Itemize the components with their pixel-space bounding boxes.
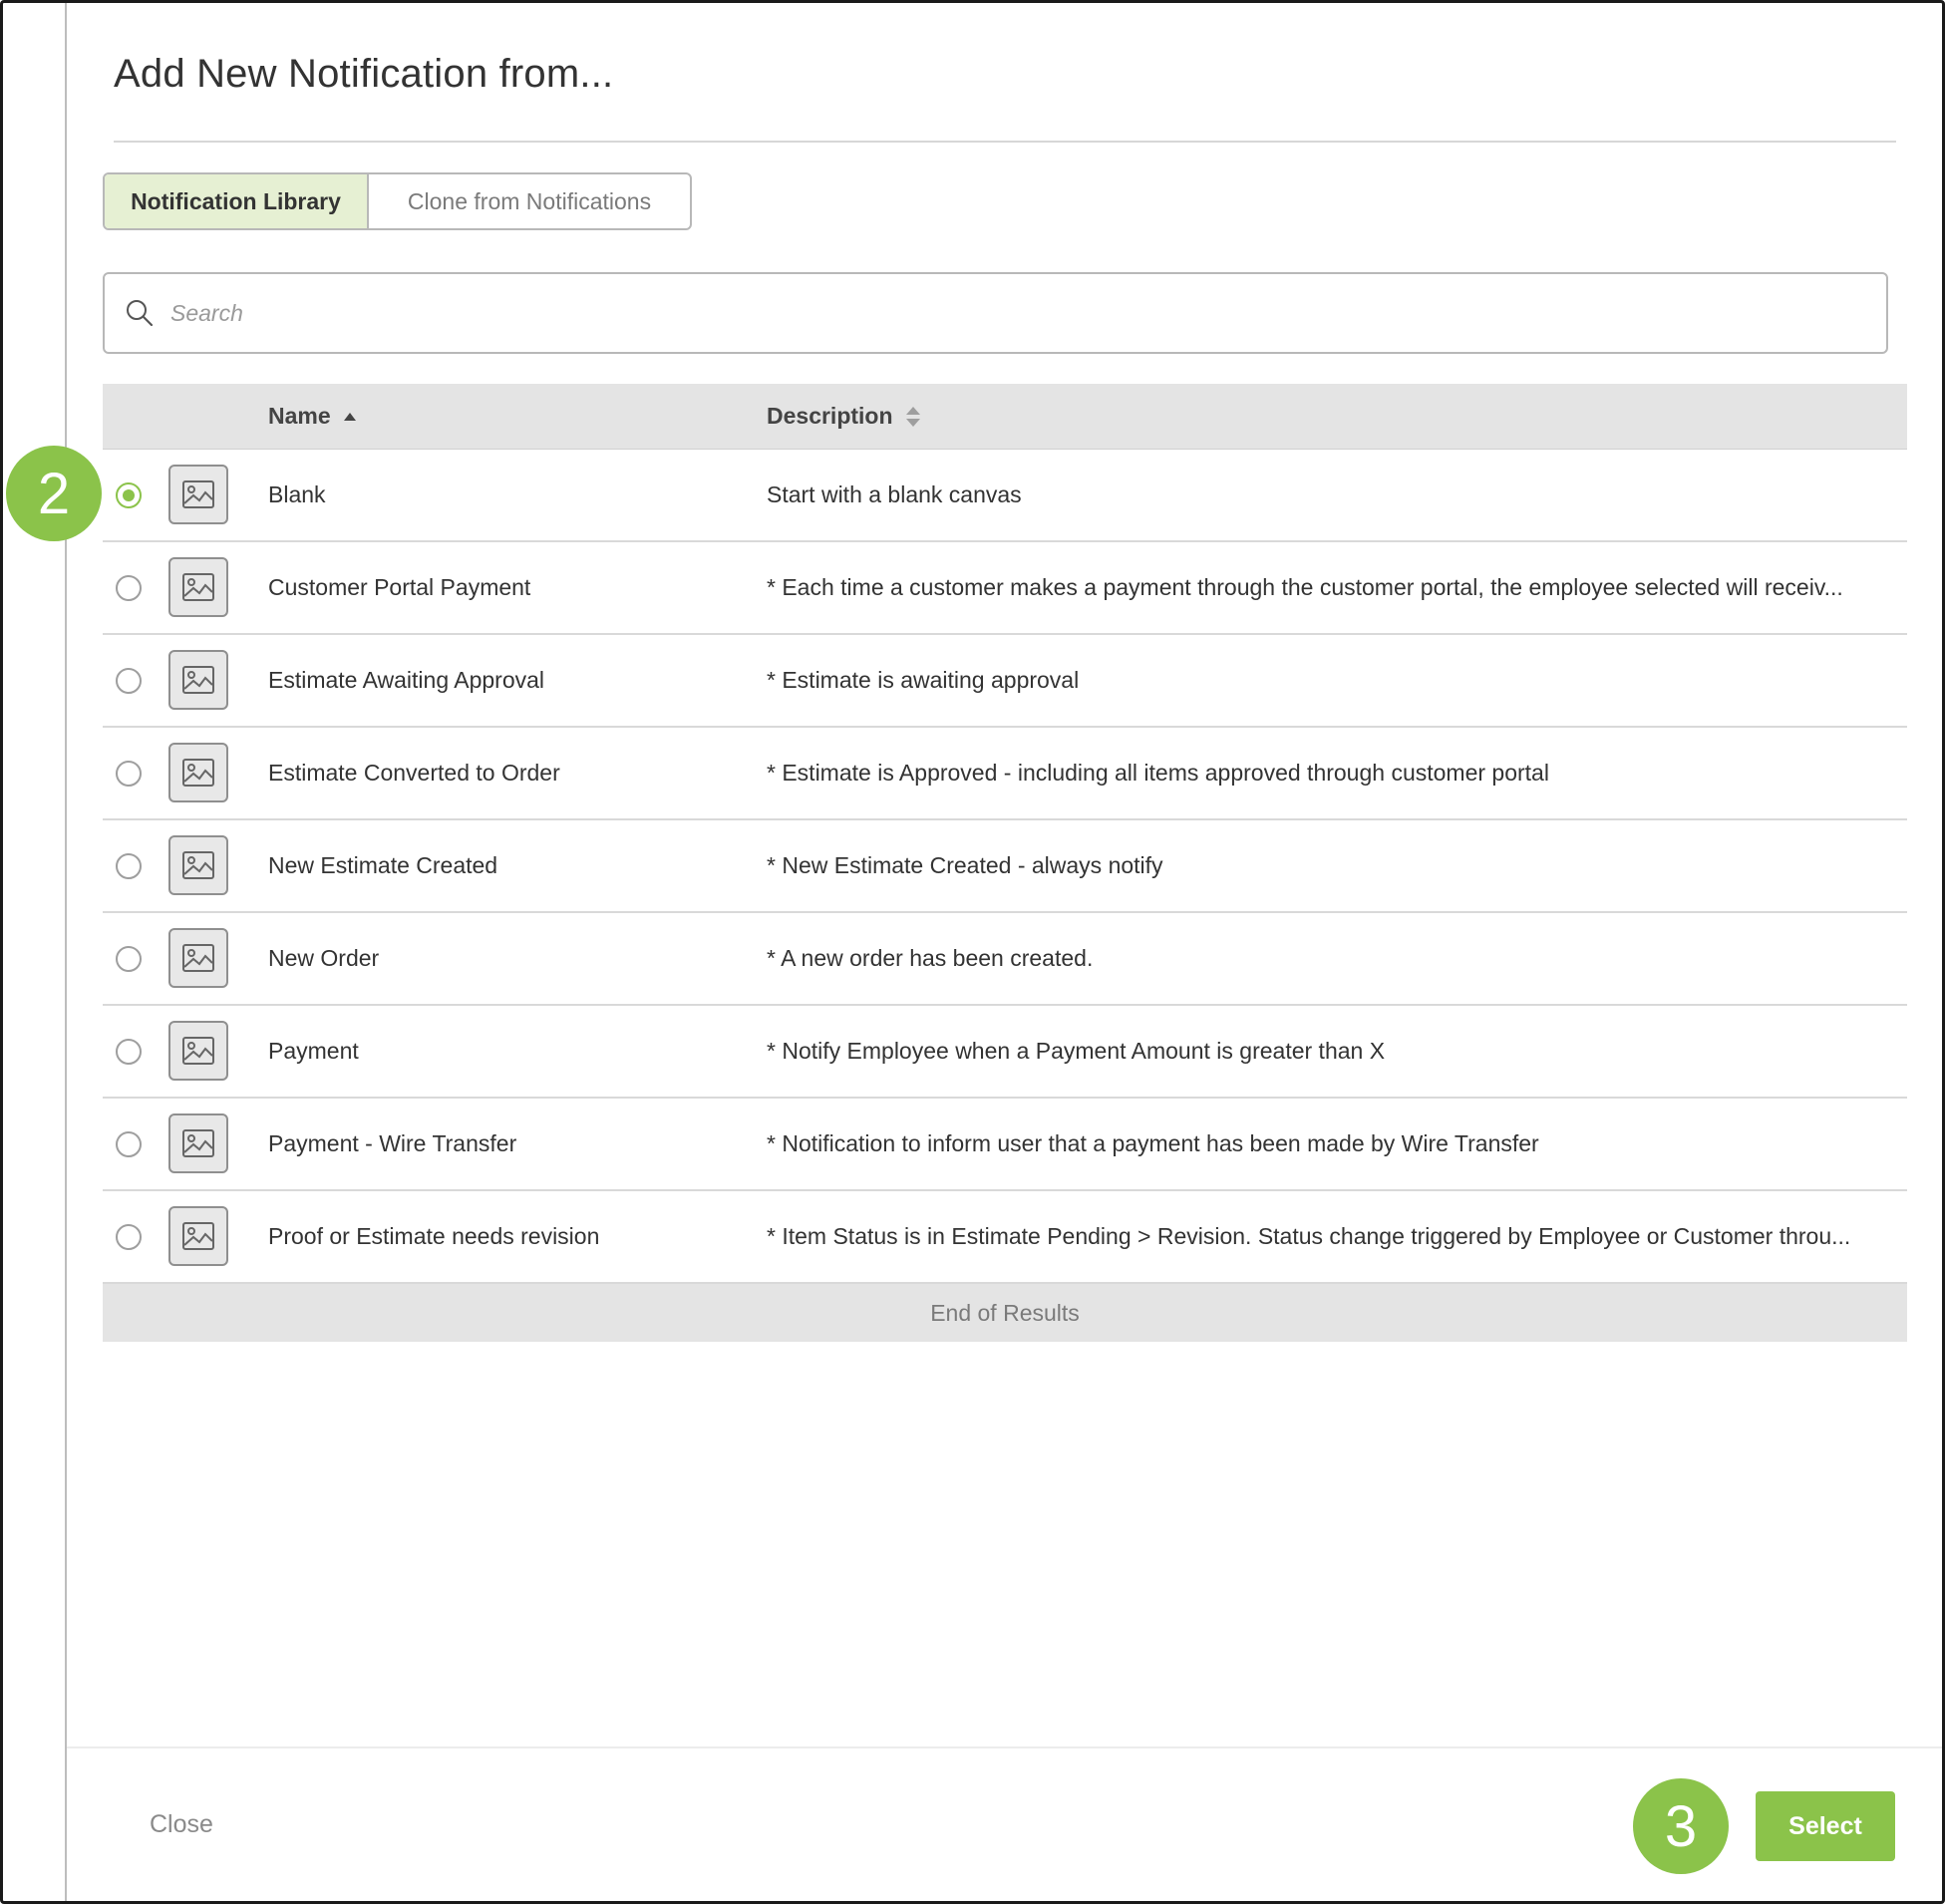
row-name: Estimate Converted to Order xyxy=(268,760,560,786)
search-icon xyxy=(127,300,154,327)
row-description: * New Estimate Created - always notify xyxy=(767,852,1163,878)
left-divider xyxy=(65,3,67,1901)
table-row[interactable]: Estimate Converted to Order * Estimate i… xyxy=(103,728,1907,820)
row-radio[interactable] xyxy=(116,761,142,787)
row-name: Payment - Wire Transfer xyxy=(268,1130,517,1156)
image-placeholder-icon xyxy=(168,743,228,802)
image-placeholder-icon xyxy=(168,1206,228,1266)
image-placeholder-icon xyxy=(168,557,228,617)
footer-divider xyxy=(67,1746,1942,1748)
row-name: Customer Portal Payment xyxy=(268,574,531,600)
sort-ascending-icon xyxy=(343,412,356,421)
table-row[interactable]: Payment * Notify Employee when a Payment… xyxy=(103,1006,1907,1099)
table-header: Name Description xyxy=(103,384,1907,450)
row-radio[interactable] xyxy=(116,575,142,601)
row-description: * Estimate is awaiting approval xyxy=(767,667,1080,693)
table-row[interactable]: New Order * A new order has been created… xyxy=(103,913,1907,1006)
row-radio[interactable] xyxy=(116,668,142,694)
step-badge-3: 3 xyxy=(1633,1778,1729,1874)
row-description: * Notify Employee when a Payment Amount … xyxy=(767,1038,1386,1064)
search-box xyxy=(103,272,1888,354)
table-row[interactable]: Estimate Awaiting Approval * Estimate is… xyxy=(103,635,1907,728)
image-placeholder-icon xyxy=(168,835,228,895)
row-description: * A new order has been created. xyxy=(767,945,1094,971)
end-of-results: End of Results xyxy=(103,1284,1907,1342)
column-header-description[interactable]: Description xyxy=(767,384,921,449)
row-name: Payment xyxy=(268,1038,359,1064)
sort-unsorted-icon xyxy=(905,406,920,427)
column-description-label: Description xyxy=(767,403,893,429)
title-divider xyxy=(114,141,1896,143)
search-input[interactable] xyxy=(168,298,1768,328)
row-description: * Notification to inform user that a pay… xyxy=(767,1130,1539,1156)
table-row[interactable]: Proof or Estimate needs revision * Item … xyxy=(103,1191,1907,1284)
select-button[interactable]: Select xyxy=(1756,1791,1895,1861)
dialog-title: Add New Notification from... xyxy=(114,52,614,96)
row-description: Start with a blank canvas xyxy=(767,481,1022,507)
table-row[interactable]: Customer Portal Payment * Each time a cu… xyxy=(103,542,1907,635)
row-description: * Item Status is in Estimate Pending > R… xyxy=(767,1223,1851,1249)
step-badge-2: 2 xyxy=(6,446,102,541)
image-placeholder-icon xyxy=(168,1113,228,1173)
row-radio[interactable] xyxy=(116,1224,142,1250)
row-radio[interactable] xyxy=(116,1131,142,1157)
row-name: Blank xyxy=(268,481,326,507)
tab-notification-library[interactable]: Notification Library xyxy=(105,174,369,228)
tab-clone-from-notifications[interactable]: Clone from Notifications xyxy=(369,174,690,228)
image-placeholder-icon xyxy=(168,1021,228,1081)
image-placeholder-icon xyxy=(168,465,228,524)
row-radio[interactable] xyxy=(116,946,142,972)
table-row[interactable]: New Estimate Created * New Estimate Crea… xyxy=(103,820,1907,913)
row-name: New Estimate Created xyxy=(268,852,498,878)
notification-table: Name Description Blank Start with a blan… xyxy=(103,384,1907,1342)
close-button[interactable]: Close xyxy=(150,1810,213,1839)
column-header-name[interactable]: Name xyxy=(268,384,357,449)
row-name: New Order xyxy=(268,945,380,971)
row-radio[interactable] xyxy=(116,482,142,508)
table-row[interactable]: Blank Start with a blank canvas xyxy=(103,450,1907,542)
source-tabs: Notification Library Clone from Notifica… xyxy=(103,172,692,230)
row-radio[interactable] xyxy=(116,853,142,879)
row-radio[interactable] xyxy=(116,1039,142,1065)
row-name: Estimate Awaiting Approval xyxy=(268,667,545,693)
image-placeholder-icon xyxy=(168,928,228,988)
image-placeholder-icon xyxy=(168,650,228,710)
row-description: * Estimate is Approved - including all i… xyxy=(767,760,1549,786)
row-name: Proof or Estimate needs revision xyxy=(268,1223,600,1249)
row-description: * Each time a customer makes a payment t… xyxy=(767,574,1843,600)
table-row[interactable]: Payment - Wire Transfer * Notification t… xyxy=(103,1099,1907,1191)
column-name-label: Name xyxy=(268,403,331,429)
